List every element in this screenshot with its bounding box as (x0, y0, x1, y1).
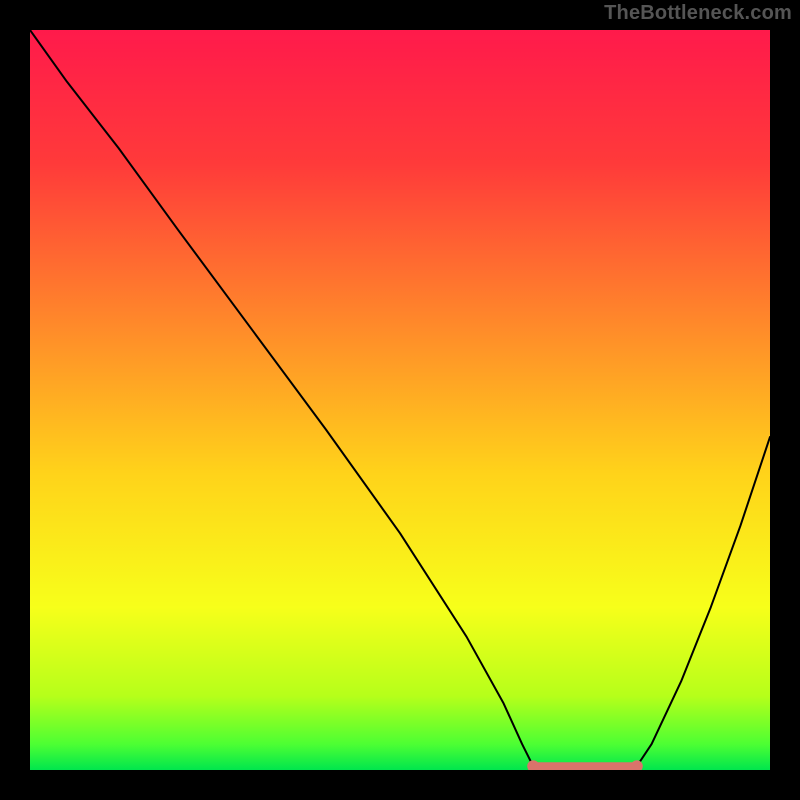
gradient-background (30, 30, 770, 770)
plot-area (30, 30, 770, 770)
chart-frame: { "watermark": "TheBottleneck.com", "cha… (0, 0, 800, 800)
watermark-text: TheBottleneck.com (604, 2, 792, 25)
bottleneck-chart (30, 30, 770, 770)
